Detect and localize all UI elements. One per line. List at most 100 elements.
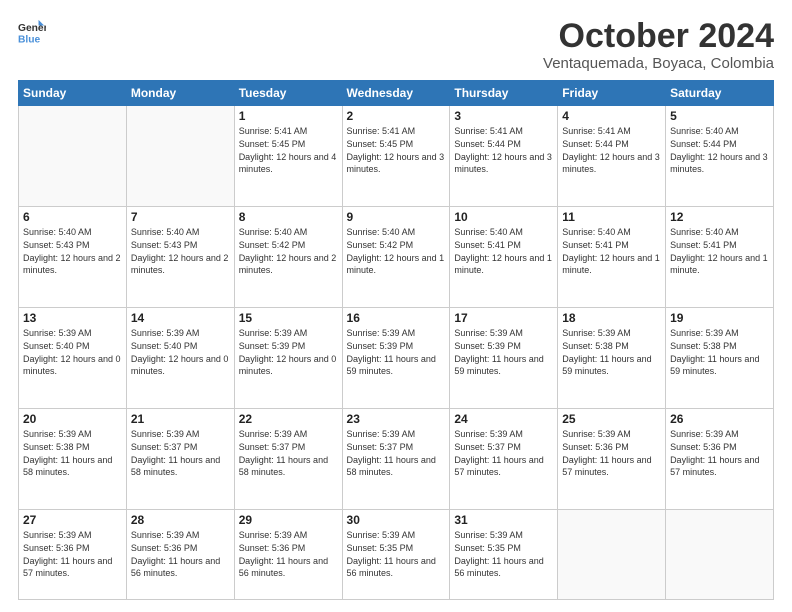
- table-row: 30 Sunrise: 5:39 AM Sunset: 5:35 PM Dayli…: [342, 510, 450, 600]
- table-row: [19, 106, 127, 207]
- day-info: Sunrise: 5:41 AM Sunset: 5:44 PM Dayligh…: [454, 125, 553, 175]
- day-number: 27: [23, 513, 122, 527]
- day-info: Sunrise: 5:39 AM Sunset: 5:39 PM Dayligh…: [454, 327, 553, 377]
- day-info: Sunrise: 5:39 AM Sunset: 5:36 PM Dayligh…: [23, 529, 122, 579]
- header-thursday: Thursday: [450, 81, 558, 106]
- day-info: Sunrise: 5:39 AM Sunset: 5:36 PM Dayligh…: [562, 428, 661, 478]
- table-row: 16 Sunrise: 5:39 AM Sunset: 5:39 PM Dayli…: [342, 308, 450, 409]
- day-number: 29: [239, 513, 338, 527]
- day-info: Sunrise: 5:41 AM Sunset: 5:45 PM Dayligh…: [239, 125, 338, 175]
- day-number: 30: [347, 513, 446, 527]
- day-info: Sunrise: 5:41 AM Sunset: 5:44 PM Dayligh…: [562, 125, 661, 175]
- day-number: 28: [131, 513, 230, 527]
- month-title: October 2024: [543, 18, 774, 55]
- table-row: 7 Sunrise: 5:40 AM Sunset: 5:43 PM Daylig…: [126, 207, 234, 308]
- day-info: Sunrise: 5:39 AM Sunset: 5:39 PM Dayligh…: [347, 327, 446, 377]
- day-number: 31: [454, 513, 553, 527]
- title-block: October 2024 Ventaquemada, Boyaca, Colom…: [543, 18, 774, 72]
- table-row: 4 Sunrise: 5:41 AM Sunset: 5:44 PM Daylig…: [558, 106, 666, 207]
- day-info: Sunrise: 5:39 AM Sunset: 5:37 PM Dayligh…: [131, 428, 230, 478]
- table-row: 15 Sunrise: 5:39 AM Sunset: 5:39 PM Dayli…: [234, 308, 342, 409]
- day-info: Sunrise: 5:39 AM Sunset: 5:39 PM Dayligh…: [239, 327, 338, 377]
- header-sunday: Sunday: [19, 81, 127, 106]
- day-number: 11: [562, 210, 661, 224]
- calendar-header-row: Sunday Monday Tuesday Wednesday Thursday…: [19, 81, 774, 106]
- day-number: 21: [131, 412, 230, 426]
- table-row: 19 Sunrise: 5:39 AM Sunset: 5:38 PM Dayli…: [666, 308, 774, 409]
- table-row: 27 Sunrise: 5:39 AM Sunset: 5:36 PM Dayli…: [19, 510, 127, 600]
- day-info: Sunrise: 5:40 AM Sunset: 5:44 PM Dayligh…: [670, 125, 769, 175]
- day-number: 16: [347, 311, 446, 325]
- header: General Blue October 2024 Ventaquemada, …: [18, 18, 774, 72]
- day-number: 20: [23, 412, 122, 426]
- day-number: 18: [562, 311, 661, 325]
- day-number: 13: [23, 311, 122, 325]
- day-number: 17: [454, 311, 553, 325]
- table-row: 1 Sunrise: 5:41 AM Sunset: 5:45 PM Daylig…: [234, 106, 342, 207]
- table-row: 2 Sunrise: 5:41 AM Sunset: 5:45 PM Daylig…: [342, 106, 450, 207]
- day-info: Sunrise: 5:40 AM Sunset: 5:42 PM Dayligh…: [239, 226, 338, 276]
- day-info: Sunrise: 5:39 AM Sunset: 5:38 PM Dayligh…: [23, 428, 122, 478]
- day-info: Sunrise: 5:39 AM Sunset: 5:40 PM Dayligh…: [131, 327, 230, 377]
- page: General Blue October 2024 Ventaquemada, …: [0, 0, 792, 612]
- table-row: 25 Sunrise: 5:39 AM Sunset: 5:36 PM Dayli…: [558, 409, 666, 510]
- table-row: 21 Sunrise: 5:39 AM Sunset: 5:37 PM Dayli…: [126, 409, 234, 510]
- day-info: Sunrise: 5:39 AM Sunset: 5:37 PM Dayligh…: [347, 428, 446, 478]
- header-friday: Friday: [558, 81, 666, 106]
- table-row: 23 Sunrise: 5:39 AM Sunset: 5:37 PM Dayli…: [342, 409, 450, 510]
- day-number: 9: [347, 210, 446, 224]
- header-monday: Monday: [126, 81, 234, 106]
- table-row: 13 Sunrise: 5:39 AM Sunset: 5:40 PM Dayli…: [19, 308, 127, 409]
- day-info: Sunrise: 5:39 AM Sunset: 5:35 PM Dayligh…: [454, 529, 553, 579]
- day-number: 12: [670, 210, 769, 224]
- table-row: [666, 510, 774, 600]
- table-row: 18Sunrise: 5:39 AM Sunset: 5:38 PM Dayli…: [558, 308, 666, 409]
- day-number: 1: [239, 109, 338, 123]
- day-info: Sunrise: 5:39 AM Sunset: 5:36 PM Dayligh…: [239, 529, 338, 579]
- day-info: Sunrise: 5:39 AM Sunset: 5:38 PM Dayligh…: [670, 327, 769, 377]
- day-info: Sunrise: 5:40 AM Sunset: 5:41 PM Dayligh…: [670, 226, 769, 276]
- table-row: 26Sunrise: 5:39 AM Sunset: 5:36 PM Dayli…: [666, 409, 774, 510]
- day-number: 8: [239, 210, 338, 224]
- table-row: 8 Sunrise: 5:40 AM Sunset: 5:42 PM Daylig…: [234, 207, 342, 308]
- svg-text:Blue: Blue: [18, 34, 41, 45]
- day-info: Sunrise: 5:40 AM Sunset: 5:41 PM Dayligh…: [454, 226, 553, 276]
- table-row: 17 Sunrise: 5:39 AM Sunset: 5:39 PM Dayli…: [450, 308, 558, 409]
- calendar-table: Sunday Monday Tuesday Wednesday Thursday…: [18, 80, 774, 600]
- day-number: 23: [347, 412, 446, 426]
- day-number: 25: [562, 412, 661, 426]
- day-number: 10: [454, 210, 553, 224]
- header-wednesday: Wednesday: [342, 81, 450, 106]
- table-row: 20 Sunrise: 5:39 AM Sunset: 5:38 PM Dayli…: [19, 409, 127, 510]
- day-info: Sunrise: 5:39 AM Sunset: 5:37 PM Dayligh…: [239, 428, 338, 478]
- day-number: 15: [239, 311, 338, 325]
- table-row: 31 Sunrise: 5:39 AM Sunset: 5:35 PM Dayli…: [450, 510, 558, 600]
- day-number: 2: [347, 109, 446, 123]
- day-info: Sunrise: 5:41 AM Sunset: 5:45 PM Dayligh…: [347, 125, 446, 175]
- day-number: 7: [131, 210, 230, 224]
- day-number: 24: [454, 412, 553, 426]
- day-number: 4: [562, 109, 661, 123]
- day-info: Sunrise: 5:40 AM Sunset: 5:43 PM Dayligh…: [23, 226, 122, 276]
- table-row: 14Sunrise: 5:39 AM Sunset: 5:40 PM Dayli…: [126, 308, 234, 409]
- table-row: 10 Sunrise: 5:40 AM Sunset: 5:41 PM Dayli…: [450, 207, 558, 308]
- day-info: Sunrise: 5:39 AM Sunset: 5:40 PM Dayligh…: [23, 327, 122, 377]
- table-row: 11 Sunrise: 5:40 AM Sunset: 5:41 PM Dayli…: [558, 207, 666, 308]
- table-row: 28Sunrise: 5:39 AM Sunset: 5:36 PM Dayli…: [126, 510, 234, 600]
- day-number: 6: [23, 210, 122, 224]
- day-number: 26: [670, 412, 769, 426]
- day-number: 5: [670, 109, 769, 123]
- day-info: Sunrise: 5:40 AM Sunset: 5:41 PM Dayligh…: [562, 226, 661, 276]
- subtitle: Ventaquemada, Boyaca, Colombia: [543, 55, 774, 72]
- logo-icon: General Blue: [18, 18, 46, 46]
- table-row: 22 Sunrise: 5:39 AM Sunset: 5:37 PM Dayli…: [234, 409, 342, 510]
- day-number: 19: [670, 311, 769, 325]
- day-number: 22: [239, 412, 338, 426]
- table-row: 5 Sunrise: 5:40 AM Sunset: 5:44 PM Daylig…: [666, 106, 774, 207]
- table-row: 12 Sunrise: 5:40 AM Sunset: 5:41 PM Dayli…: [666, 207, 774, 308]
- day-info: Sunrise: 5:39 AM Sunset: 5:35 PM Dayligh…: [347, 529, 446, 579]
- table-row: 24 Sunrise: 5:39 AM Sunset: 5:37 PM Dayli…: [450, 409, 558, 510]
- day-info: Sunrise: 5:40 AM Sunset: 5:43 PM Dayligh…: [131, 226, 230, 276]
- day-info: Sunrise: 5:39 AM Sunset: 5:37 PM Dayligh…: [454, 428, 553, 478]
- table-row: 9Sunrise: 5:40 AM Sunset: 5:42 PM Daylig…: [342, 207, 450, 308]
